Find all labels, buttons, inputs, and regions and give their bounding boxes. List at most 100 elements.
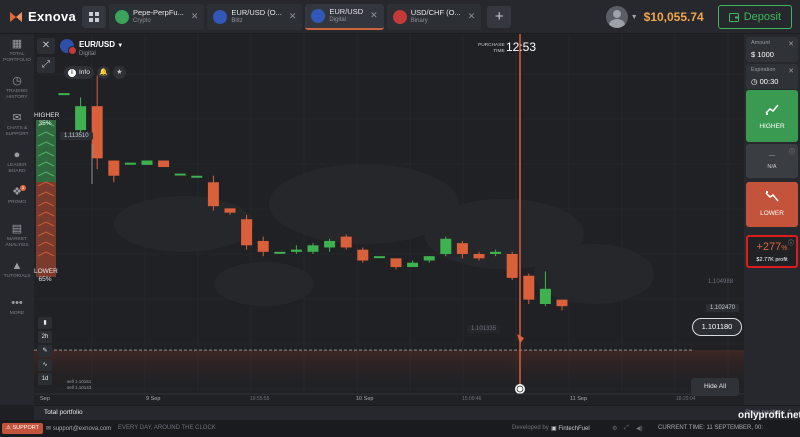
x-label-11sep: 11 Sep: [570, 396, 588, 402]
lower-sentiment: LOWER 65%: [34, 268, 58, 284]
lower-button[interactable]: LOWER: [746, 182, 798, 227]
close-tab-icon[interactable]: ✕: [191, 11, 199, 22]
asset-type: Digital: [79, 51, 96, 57]
sidebar-item-label: TUTORIALS: [3, 274, 31, 279]
sidebar-item[interactable]: ✉ CHATS & SUPPORT: [0, 108, 34, 145]
add-tab-button[interactable]: +: [487, 5, 512, 28]
sidebar-item[interactable]: ••• MORE: [0, 293, 34, 330]
candle-type-button[interactable]: ▮: [38, 317, 52, 329]
indicator-button[interactable]: ∿: [38, 359, 52, 371]
star-icon[interactable]: ★: [112, 66, 126, 79]
asset-tab[interactable]: Pepe-PerpFu... Crypto ✕: [109, 3, 205, 30]
profit-percent: +277%: [756, 241, 788, 253]
chevron-down-icon[interactable]: ▼: [631, 14, 638, 21]
support-button[interactable]: ⚠ SUPPORT: [2, 423, 43, 434]
current-price[interactable]: 1.101180: [692, 318, 742, 336]
x-label-time-3: 18:29:04: [676, 396, 696, 402]
developed-by: Developed by: [512, 425, 549, 431]
asset-tab[interactable]: USD/CHF (O... Binary ✕: [386, 3, 482, 30]
asset-tab-sub: Binary: [410, 18, 428, 24]
higher-button[interactable]: HIGHER: [746, 90, 798, 142]
sidebar-item-label: PROMO: [7, 200, 27, 205]
avatar[interactable]: [605, 6, 628, 28]
candle-body: [75, 106, 87, 131]
trend-up-icon: [765, 104, 779, 115]
sidebar-item[interactable]: ● LEADER BOARD: [0, 145, 34, 182]
price-level-label: 1.104988: [708, 279, 734, 285]
asset-tab-sub: Crypto: [133, 18, 151, 24]
fullscreen-icon[interactable]: ⤢: [624, 425, 629, 432]
deposit-button[interactable]: Deposit: [717, 5, 792, 29]
candle-body: [257, 240, 269, 252]
x-label-time-2: 15:09:46: [462, 396, 482, 402]
close-tab-icon[interactable]: ✕: [468, 11, 476, 22]
bell-icon[interactable]: 🔔: [96, 66, 110, 79]
asset-tab[interactable]: EUR/USD Digital ✕: [305, 3, 384, 30]
candle-body: [91, 106, 103, 159]
asset-name: EUR/USD ▼: [79, 40, 124, 49]
x-label-10sep: 10 Sep: [356, 396, 374, 402]
asset-tab-name: USD/CHF (O...: [410, 8, 461, 17]
payout-card: ⓘ — N/A: [746, 144, 798, 178]
asset-icon: [115, 9, 129, 24]
settings-icon[interactable]: ⚙: [612, 425, 617, 432]
sidebar-item[interactable]: ▲ TUTORIALS: [0, 256, 34, 293]
developer-name[interactable]: ▣ FintechFuel: [551, 425, 590, 432]
profit-value: $2.77K profit: [756, 257, 788, 263]
candle-body: [108, 160, 120, 176]
lower-sentiment-bar: [36, 182, 56, 277]
portfolio-title: Total portfolio: [44, 409, 83, 416]
expiry-clock-icon: [515, 384, 525, 394]
candle-body: [290, 249, 302, 252]
close-chart-button[interactable]: ✕: [37, 38, 55, 54]
higher-label: HIGHER: [759, 123, 785, 130]
left-sidebar: ▦ TOTAL PORTFOLIO ◷ TRADING HISTORY ✉ CHATS &…: [0, 34, 34, 405]
volume-icon[interactable]: ◀): [636, 425, 643, 432]
sidebar-item[interactable]: ❖ PROMO 1: [0, 182, 34, 219]
price-chart[interactable]: [34, 34, 744, 405]
sidebar-item[interactable]: ◷ TRADING HISTORY: [0, 71, 34, 108]
draw-tool-button[interactable]: ✎: [38, 345, 52, 357]
lower-zone: [34, 350, 744, 394]
timeframe-1d-button[interactable]: 1d: [38, 373, 52, 385]
price-high-label: 1.113510: [60, 132, 93, 140]
deposit-label: Deposit: [743, 11, 781, 23]
expiration-value[interactable]: ◷ 00:30: [751, 77, 778, 86]
sidebar-item-label: MORE: [9, 311, 25, 316]
sidebar-item[interactable]: ▦ TOTAL PORTFOLIO: [0, 34, 34, 71]
map-shape: [534, 244, 654, 304]
expiration-field[interactable]: Expiration ✕ ◷ 00:30: [746, 64, 798, 89]
expand-chart-button[interactable]: ⤢: [37, 57, 55, 73]
close-tab-icon[interactable]: ✕: [370, 10, 378, 21]
amount-value[interactable]: $ 1000: [751, 50, 774, 59]
chart-area[interactable]: ✕ ⤢ EUR/USD ▼ Digital i Info 🔔 ★ PURCHAS…: [34, 34, 744, 405]
close-icon[interactable]: ✕: [788, 67, 794, 75]
watermark: onlyprofit.net: [738, 410, 800, 421]
logo[interactable]: Exnova: [0, 9, 80, 25]
candle-body: [241, 219, 253, 246]
amount-field[interactable]: Amount ✕ $ 1000: [746, 37, 798, 62]
sell-info-2: sell 1.10143: [67, 385, 92, 390]
timeframe-tools: ▮ 2h ✎ ∿ 1d: [38, 317, 52, 387]
support-email[interactable]: ✉ support@exnova.com: [46, 425, 111, 432]
hide-all-button[interactable]: Hide All: [691, 378, 739, 396]
lower-sentiment-label: LOWER: [34, 268, 58, 275]
asset-tab[interactable]: EUR/USD (O... Blitz ✕: [207, 3, 303, 30]
asset-grid-button[interactable]: [82, 5, 106, 28]
candle-body: [407, 262, 419, 268]
balance[interactable]: $10,055.74: [644, 10, 704, 24]
higher-sentiment-pct: 35%: [38, 120, 52, 127]
leaderboard-icon: ●: [13, 149, 21, 161]
promo-badge: 1: [20, 185, 26, 191]
info-button[interactable]: i Info: [64, 66, 94, 79]
candle-body: [556, 299, 568, 307]
timeframe-2h-button[interactable]: 2h: [38, 331, 52, 343]
purchase-time-label: PURCHASE TIME: [478, 43, 505, 55]
close-tab-icon[interactable]: ✕: [289, 11, 297, 22]
portfolio-bar[interactable]: Total portfolio Show positions ⌃: [34, 405, 800, 420]
close-icon[interactable]: ✕: [788, 40, 794, 48]
candle-body: [423, 256, 435, 261]
candle-body: [440, 238, 452, 254]
sidebar-item[interactable]: ▤ MARKET ANALYSIS: [0, 219, 34, 256]
exnova-logo-icon: [10, 11, 22, 22]
